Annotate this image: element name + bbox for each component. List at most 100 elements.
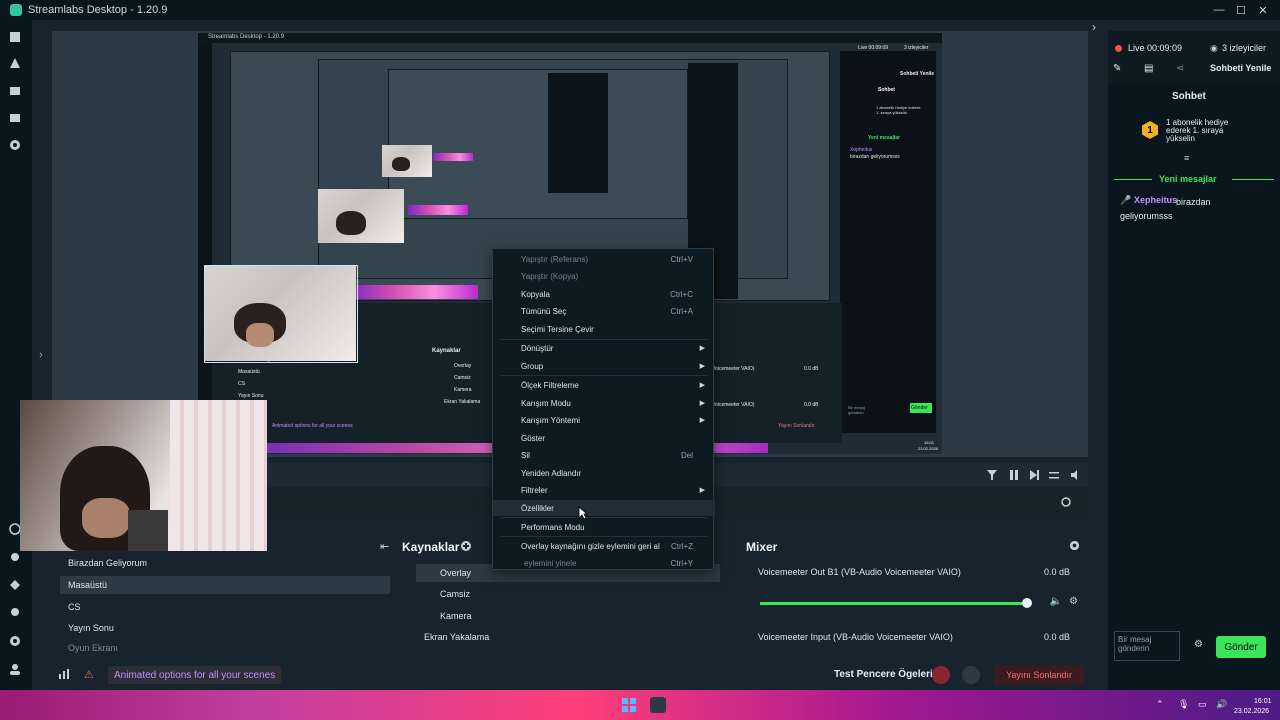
menu-item-invert-selection[interactable]: Seçimi Tersine Çevir <box>493 321 715 337</box>
source-item[interactable]: Overlay <box>440 568 471 578</box>
channel-settings-icon[interactable]: ⚙ <box>1069 596 1078 607</box>
windows-taskbar: ⌃ 🎙 ▭ 🔊 16:01 23.02.2026 <box>0 690 1280 720</box>
scene-item[interactable]: Birazdan Geliyorum <box>68 558 147 568</box>
menu-item-blend-mode[interactable]: Karışım Modu ▶ <box>493 395 715 411</box>
menu-item-select-all[interactable]: Tümünü Seç Ctrl+A <box>493 303 715 319</box>
user-icon[interactable] <box>8 662 22 676</box>
menu-item-group[interactable]: Group ▶ <box>493 358 715 374</box>
submenu-arrow-icon: ▶ <box>699 487 705 494</box>
menu-item-show[interactable]: Göster <box>493 430 715 446</box>
menu-item-performance-mode[interactable]: Performans Modu <box>493 519 715 535</box>
scene-item[interactable]: Oyun Ekranı <box>68 643 118 653</box>
pause-icon[interactable] <box>1008 469 1020 481</box>
mixer-channel-db: 0.0 dB <box>1043 567 1070 577</box>
animated-options-pill[interactable]: Animated options for all your scenes <box>108 666 282 684</box>
filter-icon[interactable] <box>986 469 998 481</box>
source-item[interactable]: Camsiz <box>440 589 470 599</box>
send-button[interactable]: Gönder <box>1216 636 1266 658</box>
bulb-icon[interactable] <box>8 606 22 620</box>
sliders-icon[interactable] <box>1048 469 1060 481</box>
nested-scene-1: Masaüstü <box>238 369 260 375</box>
share-icon[interactable]: ⋖ <box>1176 63 1184 74</box>
chat-settings-icon[interactable]: ⚙ <box>1194 639 1203 650</box>
taskbar-time: 16:01 <box>1254 698 1272 705</box>
record-icon[interactable] <box>932 666 950 684</box>
nested-message-placeholder: Bir mesaj gönderin <box>848 405 865 415</box>
scene-item[interactable]: CS <box>68 602 81 612</box>
nested-source-3: Ekran Yakalama <box>444 399 481 405</box>
scene-item[interactable]: Yayın Sonu <box>68 623 114 633</box>
menu-item-properties[interactable]: Özellikler <box>493 500 715 516</box>
tools-icon[interactable] <box>8 550 22 564</box>
tray-chevron-icon[interactable]: ⌃ <box>1156 699 1164 710</box>
menu-item-undo[interactable]: Overlay kaynağını gizle eylemini geri al… <box>493 538 715 554</box>
close-button[interactable]: ✕ <box>1252 0 1274 20</box>
library-icon[interactable] <box>8 111 22 125</box>
minimize-button[interactable]: — <box>1208 0 1230 20</box>
menu-item-delete[interactable]: Sil Del <box>493 447 715 463</box>
speaker-icon[interactable]: 🔊 <box>1216 699 1227 710</box>
scene-item[interactable]: Masaüstü <box>68 580 107 590</box>
source-item[interactable]: Ekran Yakalama <box>424 632 489 642</box>
submenu-arrow-icon: ▶ <box>699 382 705 389</box>
refresh-icon[interactable] <box>1060 496 1072 508</box>
nested-new-messages: Yeni mesajlar <box>868 135 900 141</box>
next-icon[interactable] <box>1028 469 1040 481</box>
menu-item-blend-method[interactable]: Karışım Yöntemi ▶ <box>493 412 715 428</box>
expand-chat-icon[interactable]: › <box>1092 20 1096 34</box>
nested-chat-title: Sohbet <box>878 87 895 93</box>
window-title: Streamlabs Desktop - 1.20.9 <box>28 4 168 16</box>
context-menu: Yapıştır (Referans) Ctrl+V Yapıştır (Kopy… <box>492 248 715 571</box>
webcam-overlay <box>20 400 267 551</box>
nested-mixer-item-2: Voicemeeter VAIO) <box>712 402 755 408</box>
source-item[interactable]: Kamera <box>440 611 472 621</box>
collapse-chevron-icon[interactable]: › <box>34 348 48 362</box>
live-icon[interactable] <box>8 138 22 152</box>
live-timer: Live 00:09:09 <box>1128 43 1183 53</box>
add-source-icon[interactable] <box>460 540 472 552</box>
message-text: birazdan geliyorumsss <box>1120 197 1211 221</box>
menu-item-transform[interactable]: Dönüştür ▶ <box>493 340 715 356</box>
themes-icon[interactable] <box>8 56 22 70</box>
pencil-icon[interactable]: ✎ <box>1113 63 1121 74</box>
mixer-settings-icon[interactable] <box>1069 540 1080 551</box>
volume-icon[interactable] <box>1070 469 1082 481</box>
mic-tray-icon[interactable]: 🎙 <box>1178 699 1189 710</box>
nested-message-user: Xepheitus <box>850 147 873 153</box>
app-root: Streamlabs Desktop - 1.20.9 — ☐ ✕ › Stre… <box>0 0 1280 720</box>
volume-slider-handle[interactable] <box>1022 598 1032 608</box>
store-icon[interactable] <box>8 83 22 97</box>
test-widgets-label[interactable]: Test Pencere Ögeleri <box>834 669 933 680</box>
nested-source-0: Overlay <box>454 363 472 369</box>
network-icon[interactable]: ▭ <box>1198 699 1207 710</box>
streamlabs-taskbar-icon[interactable] <box>650 697 666 713</box>
highlight-icon[interactable] <box>8 578 22 592</box>
menu-item-rename[interactable]: Yeniden Adlandır <box>493 465 715 481</box>
menu-item-paste-reference[interactable]: Yapıştır (Referans) Ctrl+V <box>493 251 715 267</box>
settings-icon[interactable] <box>8 634 22 648</box>
stats-icon[interactable] <box>58 668 70 680</box>
editor-icon[interactable] <box>8 30 22 44</box>
popout-icon[interactable]: ▤ <box>1144 63 1153 74</box>
mute-icon[interactable]: 🔈 <box>1050 596 1062 607</box>
menu-item-redo[interactable]: eylemini yinele Ctrl+Y <box>493 555 715 571</box>
menu-item-copy[interactable]: Kopyala Ctrl+C <box>493 286 715 302</box>
nested-mixer-db: 0.0 dB <box>804 366 819 372</box>
refresh-chat-button[interactable]: Sohbeti Yenile <box>1210 63 1271 73</box>
menu-item-paste-copy[interactable]: Yapıştır (Kopya) <box>493 268 715 284</box>
maximize-button[interactable]: ☐ <box>1230 0 1252 20</box>
selection-box[interactable] <box>204 265 358 363</box>
end-stream-button[interactable]: Yayını Sonlandır <box>994 665 1084 685</box>
nested-end-stream: Yayını Sonlandır <box>778 423 815 429</box>
message-input[interactable]: Bir mesaj gönderin <box>1114 631 1180 661</box>
nested-refresh: Sohbeti Yenile <box>900 71 935 77</box>
new-messages-divider: Yeni mesajlar <box>1159 174 1217 184</box>
submenu-arrow-icon: ▶ <box>699 363 705 370</box>
menu-item-filters[interactable]: Filtreler ▶ <box>493 482 715 498</box>
menu-item-scale-filtering[interactable]: Ölçek Filtreleme ▶ <box>493 377 715 393</box>
volume-slider[interactable] <box>760 602 1026 605</box>
replay-icon[interactable] <box>962 666 980 684</box>
alert-icon[interactable]: ⚠ <box>84 668 94 681</box>
windows-start-icon[interactable] <box>622 698 636 712</box>
collapse-icon[interactable]: ⇤ <box>380 540 389 553</box>
